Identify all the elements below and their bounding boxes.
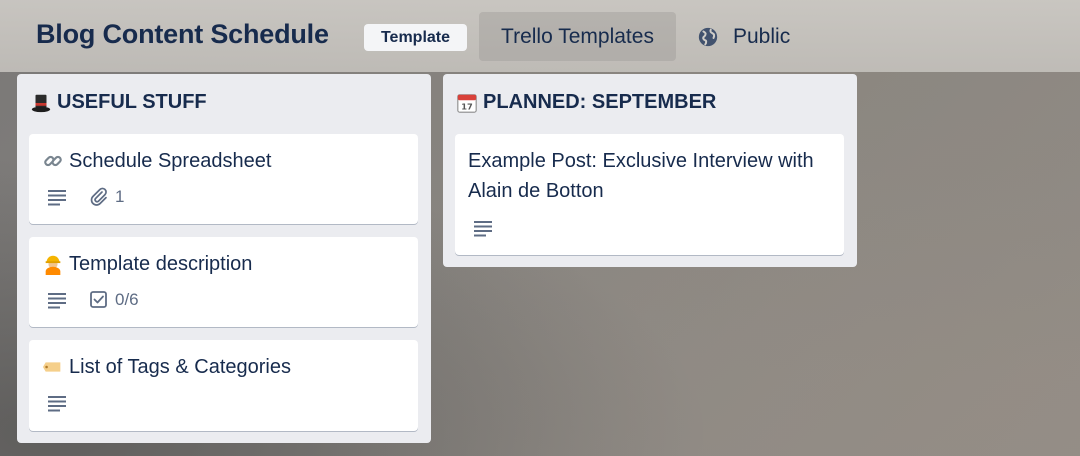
board-header: Blog Content Schedule Template Trello Te… <box>0 0 1080 72</box>
workspace-button[interactable]: Trello Templates <box>479 12 676 61</box>
attachment-count: 1 <box>115 187 125 206</box>
template-badge: Template <box>364 24 467 51</box>
card-schedule-spreadsheet[interactable]: Schedule Spreadsheet 1 <box>29 134 418 224</box>
card-title: List of Tags & Categories <box>69 356 291 378</box>
tag-label-icon <box>42 362 61 372</box>
card-title: Example Post: Exclusive Interview with A… <box>468 150 814 202</box>
calendar-icon: 17 <box>457 93 477 113</box>
checklist-progress: 0/6 <box>115 290 139 309</box>
card-title: Template description <box>69 253 253 275</box>
attachment-icon <box>90 187 107 206</box>
description-icon <box>48 396 66 412</box>
card-template-description[interactable]: Template description 0/6 <box>29 237 418 327</box>
list-planned-september: 17 PLANNED: SEPTEMBER Example Post: Excl… <box>443 74 857 267</box>
svg-text:17: 17 <box>461 101 473 111</box>
description-icon <box>48 190 66 206</box>
card-list-of-tags[interactable]: List of Tags & Categories <box>29 340 418 431</box>
description-icon <box>474 221 492 237</box>
card-example-post[interactable]: Example Post: Exclusive Interview with A… <box>455 134 844 255</box>
checklist-icon <box>90 291 107 308</box>
globe-icon <box>698 27 718 46</box>
top-hat-icon <box>31 94 51 112</box>
list-header[interactable]: 17 PLANNED: SEPTEMBER <box>456 91 716 114</box>
board-title[interactable]: Blog Content Schedule <box>36 19 329 50</box>
card-title: Schedule Spreadsheet <box>69 150 272 172</box>
visibility-button[interactable]: Public <box>694 12 806 61</box>
list-useful-stuff: USEFUL STUFF Schedule Spreadsheet 1 Temp… <box>17 74 431 443</box>
link-icon <box>44 155 62 167</box>
visibility-label: Public <box>733 24 791 48</box>
list-header[interactable]: USEFUL STUFF <box>30 91 207 114</box>
list-title: PLANNED: SEPTEMBER <box>483 91 717 113</box>
construction-worker-icon <box>45 255 61 275</box>
list-title: USEFUL STUFF <box>57 91 207 113</box>
description-icon <box>48 293 66 309</box>
